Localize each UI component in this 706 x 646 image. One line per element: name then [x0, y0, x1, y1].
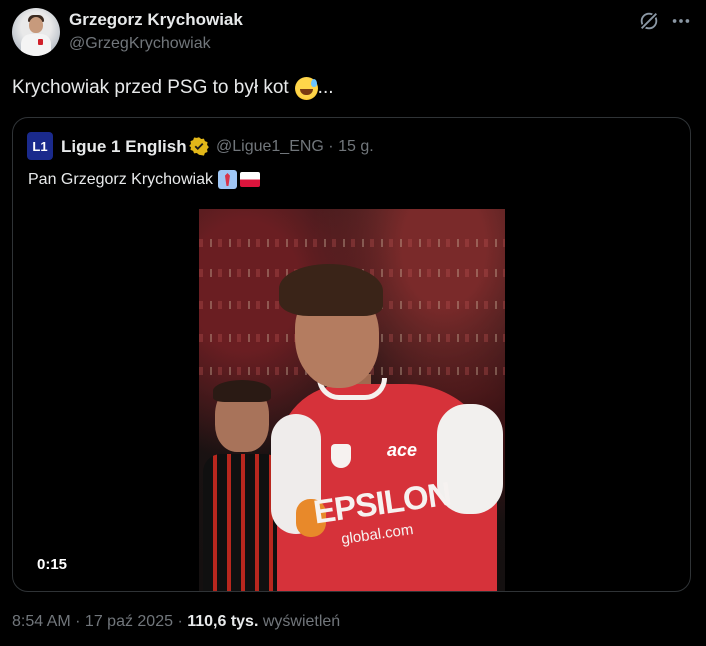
author-display-name[interactable]: Grzegorz Krychowiak	[69, 10, 243, 30]
background-player-hair	[213, 380, 271, 402]
tweet-meta: 8:54 AM · 17 paź 2025 · 110,6 tys. wyświ…	[12, 613, 340, 631]
tweet-text: Krychowiak przed PSG to był kot ...	[12, 76, 334, 100]
author-handle[interactable]: @GrzegKrychowiak	[69, 35, 211, 53]
views-label: wyświetleń	[262, 613, 341, 630]
shirt-logo: ace	[387, 440, 418, 460]
quoted-text-body: Pan Grzegorz Krychowiak	[28, 170, 213, 188]
poland-flag-icon	[239, 172, 260, 187]
quoted-display-name[interactable]: Ligue 1 English	[61, 137, 187, 157]
avatar-head	[29, 17, 43, 33]
video-timestamp: 0:15	[37, 556, 68, 573]
author-avatar[interactable]	[12, 8, 60, 56]
player-hair	[279, 264, 383, 316]
quoted-avatar[interactable]: L1	[27, 132, 53, 160]
views-count[interactable]: 110,6 tys.	[187, 613, 258, 630]
club-crest	[331, 444, 351, 468]
quoted-handle-time[interactable]: @Ligue1_ENG · 15 g.	[216, 138, 374, 156]
grinning-sweat-emoji-icon	[294, 76, 318, 100]
main-player: ace EPSILON global.com	[271, 264, 505, 591]
quoted-text: Pan Grzegorz Krychowiak	[28, 170, 260, 189]
tweet: Grzegorz Krychowiak @GrzegKrychowiak Kry…	[0, 0, 706, 646]
quoted-avatar-text: L1	[32, 138, 48, 154]
quoted-tweet-card[interactable]: L1 Ligue 1 English @Ligue1_ENG · 15 g. P…	[12, 117, 691, 592]
tweet-text-trailing: ...	[317, 77, 334, 98]
necktie-emoji-icon	[217, 170, 237, 189]
crowd-row	[199, 239, 505, 247]
grok-icon[interactable]	[638, 10, 660, 32]
avatar-shirt	[21, 34, 51, 56]
tweet-time-date[interactable]: 8:54 AM · 17 paź 2025 ·	[12, 613, 187, 630]
video-player[interactable]: ace EPSILON global.com	[199, 209, 505, 591]
verified-badge-icon	[189, 137, 209, 156]
tweet-text-body: Krychowiak przed PSG to był kot	[12, 77, 289, 98]
avatar-crest	[38, 39, 43, 45]
more-icon[interactable]	[670, 10, 692, 32]
